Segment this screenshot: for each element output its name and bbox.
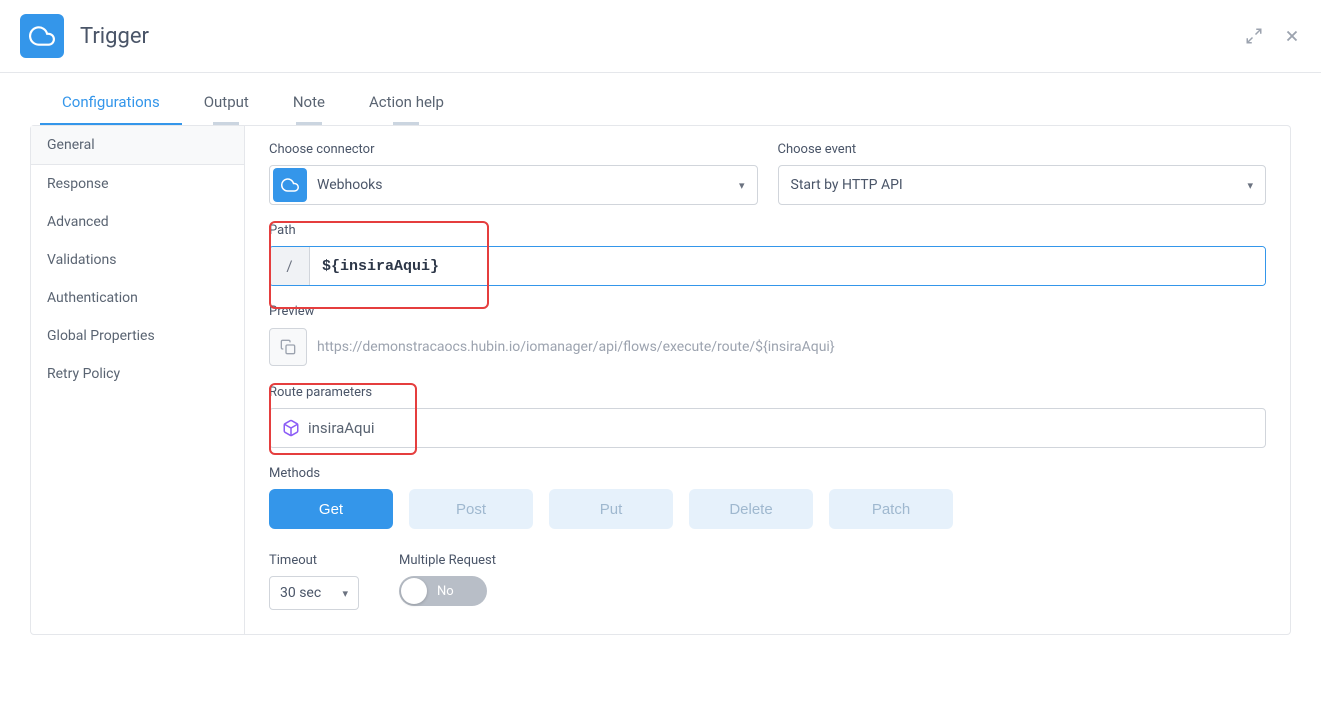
connector-value: Webhooks [317,177,739,193]
route-param-value: insiraAqui [308,419,375,437]
path-label: Path [269,223,1266,238]
event-value: Start by HTTP API [791,177,1248,193]
close-icon[interactable] [1283,27,1301,45]
toggle-value: No [437,584,454,599]
multiple-request-label: Multiple Request [399,553,496,568]
timeout-select[interactable]: 30 sec ▾ [269,576,359,610]
tab-label: Configurations [62,93,160,111]
tab-underline [393,122,419,125]
sidebar-item-advanced[interactable]: Advanced [31,203,244,241]
tab-underline [296,122,322,125]
method-put[interactable]: Put [549,489,673,529]
sidebar-item-global-properties[interactable]: Global Properties [31,317,244,355]
tab-label: Note [293,93,325,111]
modal-header: Trigger [0,0,1321,73]
preview-label: Preview [269,304,1266,319]
event-select[interactable]: Start by HTTP API ▾ [778,165,1267,205]
tab-output[interactable]: Output [182,79,271,125]
connector-label: Choose connector [269,142,758,157]
tab-action-help[interactable]: Action help [347,79,466,125]
method-patch[interactable]: Patch [829,489,953,529]
path-input[interactable] [310,247,1265,285]
tab-label: Output [204,93,249,111]
method-post[interactable]: Post [409,489,533,529]
expand-icon[interactable] [1245,27,1263,45]
route-params-label: Route parameters [269,385,1266,400]
method-get[interactable]: Get [269,489,393,529]
method-delete[interactable]: Delete [689,489,813,529]
multiple-request-toggle[interactable]: No [399,576,487,606]
sidebar-item-authentication[interactable]: Authentication [31,279,244,317]
timeout-value: 30 sec [280,585,321,601]
trigger-cloud-icon [20,14,64,58]
methods-label: Methods [269,466,1266,481]
tabs: Configurations Output Note Action help [0,79,1321,125]
modal-title: Trigger [80,24,149,49]
chevron-down-icon: ▾ [342,587,348,600]
tab-label: Action help [369,93,444,111]
chevron-down-icon: ▾ [739,179,745,192]
event-label: Choose event [778,142,1267,157]
tab-configurations[interactable]: Configurations [40,79,182,125]
copy-button[interactable] [269,328,307,366]
cube-icon [282,419,300,437]
sidebar-item-retry-policy[interactable]: Retry Policy [31,355,244,393]
path-input-group: / [269,246,1266,286]
timeout-label: Timeout [269,553,359,568]
preview-url: https://demonstracaocs.hubin.io/iomanage… [317,339,835,355]
cloud-icon [273,168,307,202]
toggle-knob [401,578,427,604]
sidebar-item-general[interactable]: General [31,126,244,165]
path-prefix: / [270,247,310,285]
main-panel: Choose connector Webhooks ▾ Choose event… [245,125,1291,635]
tab-note[interactable]: Note [271,79,347,125]
sidebar-item-response[interactable]: Response [31,165,244,203]
chevron-down-icon: ▾ [1247,179,1253,192]
connector-select[interactable]: Webhooks ▾ [269,165,758,205]
sidebar-item-validations[interactable]: Validations [31,241,244,279]
sidebar: General Response Advanced Validations Au… [30,125,245,635]
route-params-box[interactable]: insiraAqui [269,408,1266,448]
tab-underline [213,122,239,125]
